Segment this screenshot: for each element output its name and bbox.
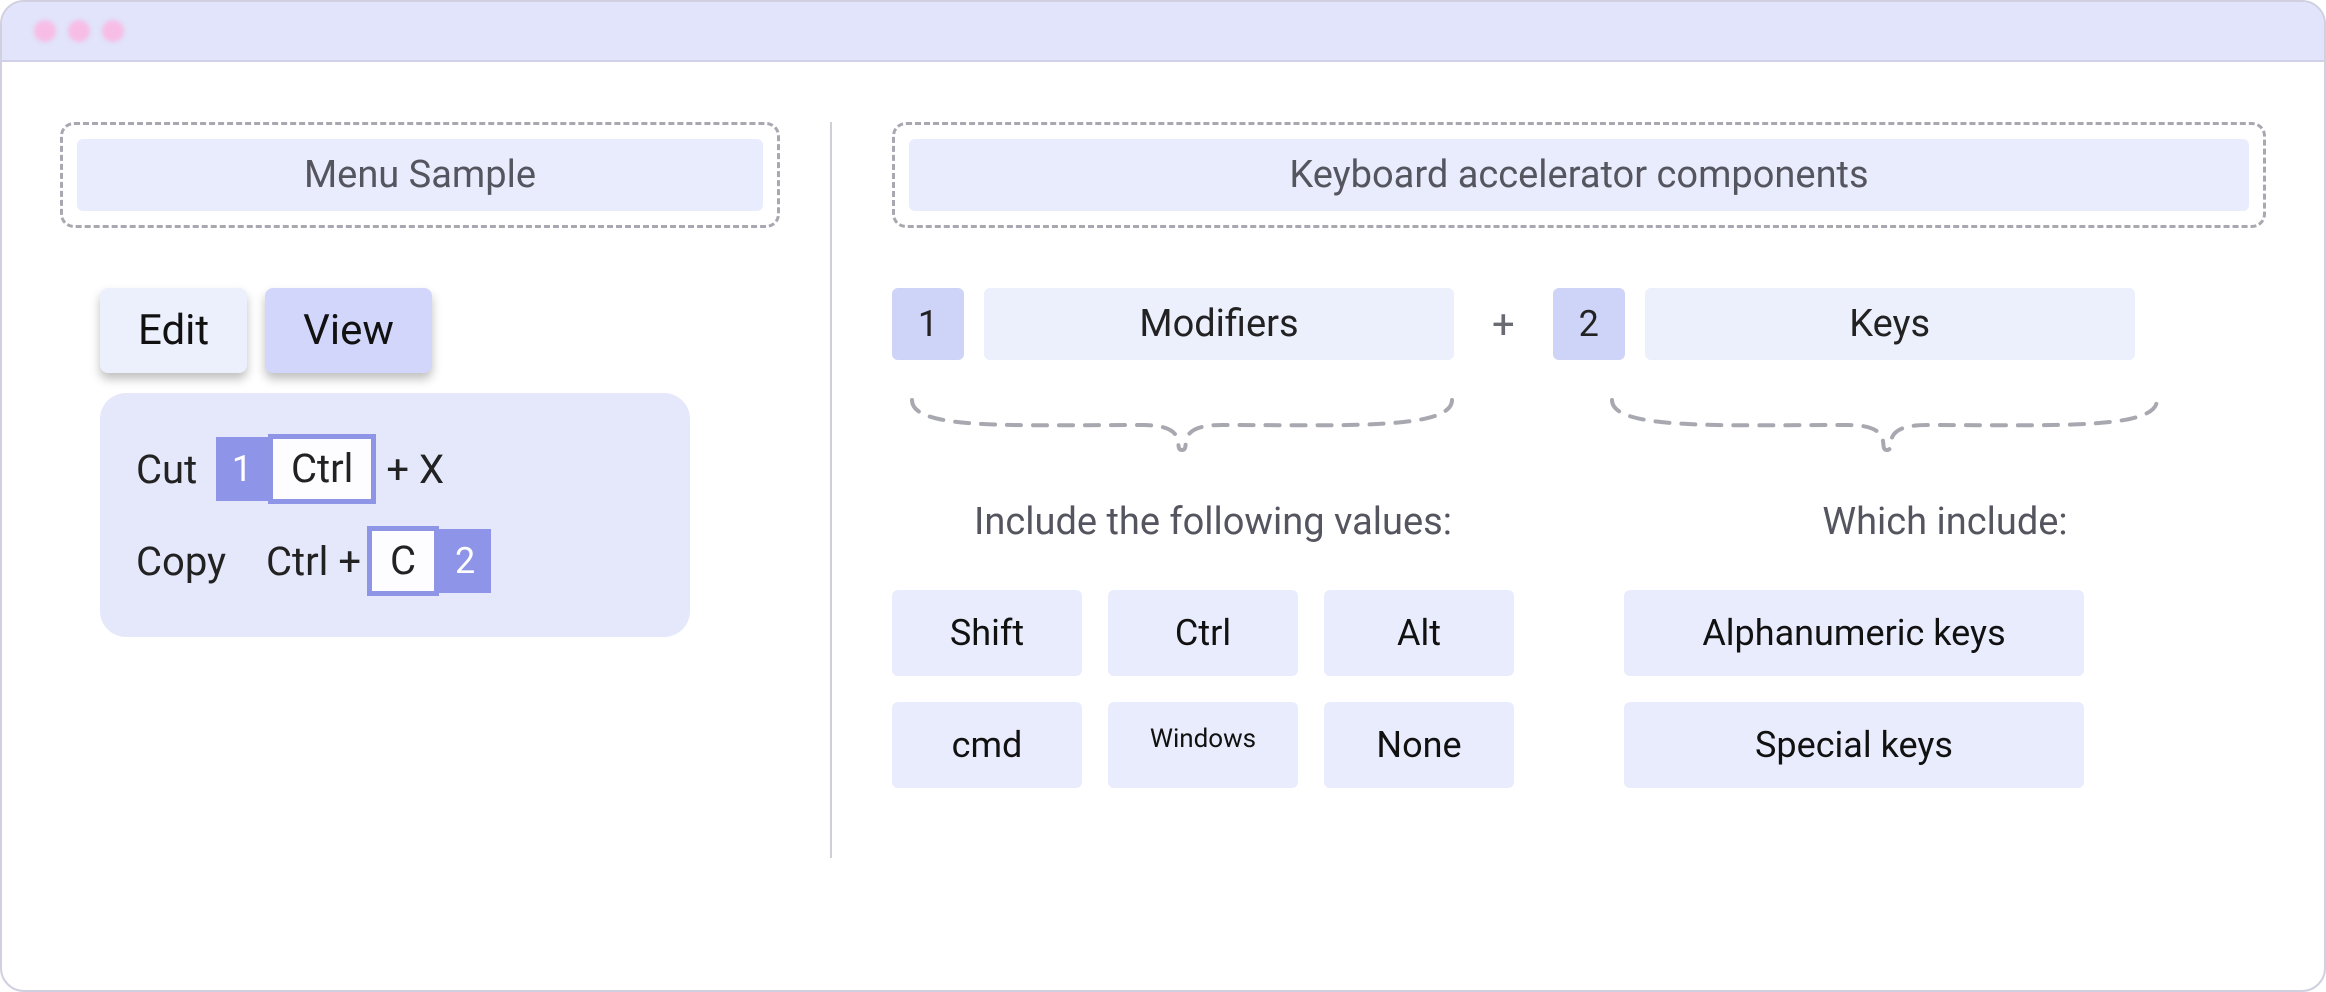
annotation-key: C 2 [367,526,491,596]
brace-row [892,390,2266,460]
brace-icon [892,390,1462,460]
key-type-special: Special keys [1624,702,2084,788]
menu-item-copy[interactable]: Copy Ctrl + C 2 [136,515,654,607]
menu-tabs: Edit View [100,288,780,373]
component-label-keys: Keys [1645,288,2135,360]
content-area: Menu Sample Edit View Cut 1 Ctrl + X Cop [2,62,2324,990]
modifiers-grid: Shift Ctrl Alt cmd Windows None [892,590,1534,788]
annotation-number-2: 2 [439,529,491,593]
window-dot-icon [68,20,90,42]
modifiers-heading: Include the following values: [892,500,1534,544]
menu-item-label: Copy [136,538,266,585]
keys-grid: Alphanumeric keys Special keys [1624,590,2266,788]
component-row: 1 Modifiers + 2 Keys [892,288,2266,360]
modifier-key-none: None [1324,702,1514,788]
accelerator-title-box: Keyboard accelerator components [892,122,2266,228]
titlebar [2,2,2324,62]
component-num-1: 1 [892,288,964,360]
annotation-modifier: 1 Ctrl [216,434,376,504]
accelerator-components-pane: Keyboard accelerator components 1 Modifi… [842,122,2266,940]
tab-view[interactable]: View [265,288,432,373]
window-dot-icon [102,20,124,42]
menu-item-cut[interactable]: Cut 1 Ctrl + X [136,423,654,515]
key-type-alphanumeric: Alphanumeric keys [1624,590,2084,676]
brace-icon [1592,390,2172,460]
menu-sample-title: Menu Sample [77,139,763,211]
window-dot-icon [34,20,56,42]
menu-sample-pane: Menu Sample Edit View Cut 1 Ctrl + X Cop [60,122,830,940]
app-window: Menu Sample Edit View Cut 1 Ctrl + X Cop [0,0,2326,992]
modifier-key-windows: Windows [1108,702,1298,788]
keys-heading: Which include: [1624,500,2266,544]
annotated-key-box: C [367,526,439,596]
modifier-key-shift: Shift [892,590,1082,676]
component-label-modifiers: Modifiers [984,288,1454,360]
component-num-2: 2 [1553,288,1625,360]
tab-edit[interactable]: Edit [100,288,247,373]
menu-sample-title-box: Menu Sample [60,122,780,228]
annotated-modifier-box: Ctrl [268,434,376,504]
vertical-divider [830,122,832,858]
modifiers-column: Include the following values: Shift Ctrl… [892,500,1534,788]
detail-columns: Include the following values: Shift Ctrl… [892,500,2266,788]
plus-icon: + [1492,301,1515,348]
modifier-key-cmd: cmd [892,702,1082,788]
annotation-number-1: 1 [216,437,268,501]
shortcut-suffix: + X [386,446,444,493]
accelerator-title: Keyboard accelerator components [909,139,2249,211]
modifier-key-ctrl: Ctrl [1108,590,1298,676]
modifier-key-alt: Alt [1324,590,1514,676]
keys-column: Which include: Alphanumeric keys Special… [1624,500,2266,788]
shortcut-prefix: Ctrl + [266,538,361,585]
menu-dropdown: Cut 1 Ctrl + X Copy Ctrl + C 2 [100,393,690,637]
